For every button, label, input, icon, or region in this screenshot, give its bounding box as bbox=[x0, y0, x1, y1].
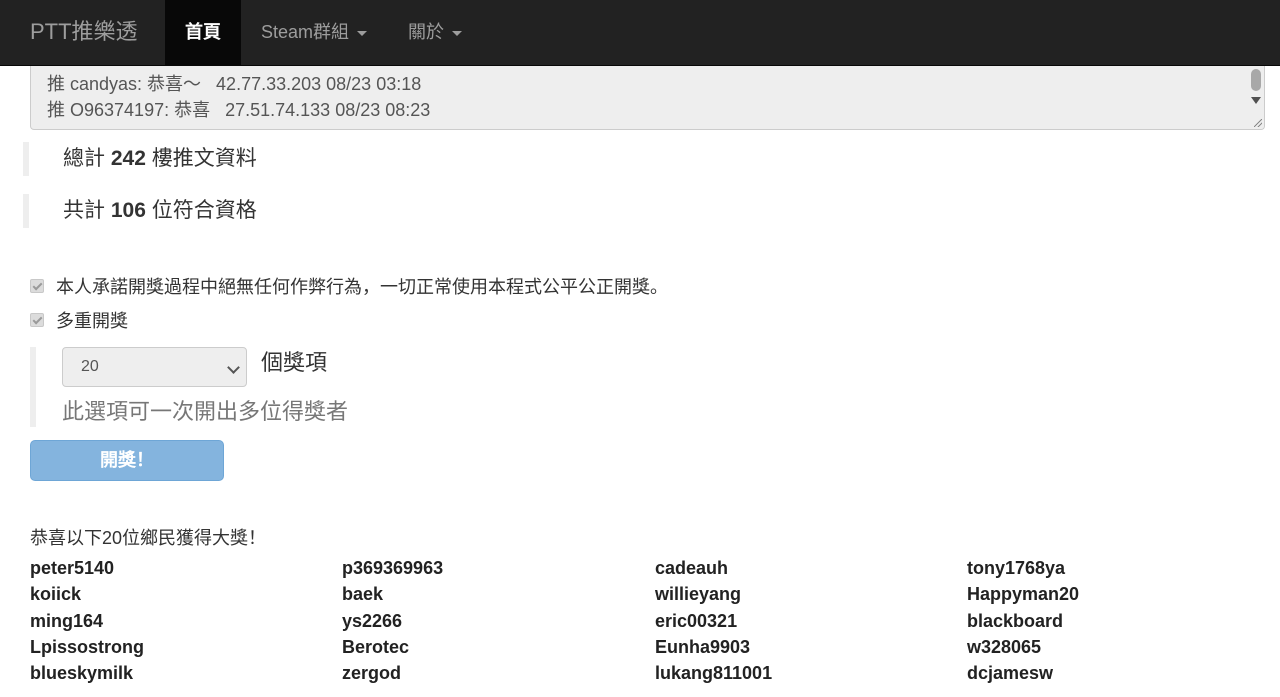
winner-name: tony1768ya bbox=[967, 558, 1066, 578]
winner-name: baek bbox=[342, 584, 384, 605]
multi-draw-label: 多重開獎 bbox=[56, 311, 128, 331]
caret-down-icon bbox=[357, 30, 368, 36]
winner-name: lukang811001 bbox=[655, 663, 773, 684]
winner-name: Happyman20 bbox=[967, 584, 1080, 605]
winner-name: Eunha9903 bbox=[655, 636, 751, 657]
push-line: 推 candyas: 恭喜～ 42.77.33.203 08/23 03:18 bbox=[47, 74, 422, 94]
winner-name: dcjamesw bbox=[967, 663, 1054, 684]
nav-steam-group-dropdown[interactable]: Steam群組 bbox=[241, 0, 387, 65]
draw-button[interactable]: 開獎！ bbox=[30, 440, 224, 481]
winner-name: ming164 bbox=[30, 610, 104, 631]
winners-title: 恭喜以下20位鄉民獲得大獎！ bbox=[30, 528, 267, 548]
top-navbar: PTT推樂透 首頁 Steam群組 關於 bbox=[0, 0, 1280, 66]
eligible-users-stat: 共計 106 位符合資格 bbox=[23, 194, 257, 228]
pledge-label: 本人承諾開獎過程中絕無任何作弊行為，一切正常使用本程式公平公正開獎。 bbox=[56, 277, 668, 297]
winner-name: peter5140 bbox=[30, 558, 115, 578]
winner-name: w328065 bbox=[967, 636, 1042, 657]
nav-steam-group-label: Steam群組 bbox=[261, 22, 350, 42]
winner-name: zergod bbox=[342, 663, 402, 684]
winner-name: eric00321 bbox=[655, 610, 738, 631]
nav-home-label: 首頁 bbox=[185, 22, 221, 42]
stat-suffix: 位符合資格 bbox=[151, 199, 257, 222]
winner-name: p369369963 bbox=[342, 558, 444, 578]
caret-down-icon bbox=[452, 30, 462, 36]
prize-count-value: 20 bbox=[81, 358, 99, 375]
total-posts-stat: 總計 242 樓推文資料 bbox=[23, 142, 257, 176]
chevron-down-icon bbox=[227, 361, 240, 374]
multi-draw-settings: 20 個獎項 此選項可一次開出多位得獎者 bbox=[30, 347, 436, 427]
nav-home[interactable]: 首頁 bbox=[165, 0, 241, 65]
winner-name: blackboard bbox=[967, 610, 1064, 631]
resize-grip-icon[interactable] bbox=[1254, 119, 1262, 127]
winner-name: Berotec bbox=[342, 636, 410, 657]
total-posts-count: 242 bbox=[110, 147, 146, 170]
scroll-down-arrow-icon[interactable] bbox=[1251, 97, 1261, 104]
winner-name: ys2266 bbox=[342, 610, 403, 631]
winner-name: willieyang bbox=[655, 584, 742, 605]
pledge-checkbox[interactable] bbox=[30, 279, 44, 293]
stat-prefix: 總計 bbox=[63, 147, 105, 170]
eligible-users-count: 106 bbox=[110, 199, 146, 222]
stat-suffix: 樓推文資料 bbox=[151, 147, 257, 170]
prize-unit-label: 個獎項 bbox=[261, 350, 328, 375]
winner-name: blueskymilk bbox=[30, 663, 134, 684]
multi-draw-checkbox[interactable] bbox=[30, 313, 44, 327]
multi-draw-hint: 此選項可一次開出多位得獎者 bbox=[62, 399, 349, 424]
stat-prefix: 共計 bbox=[63, 199, 105, 222]
winner-name: cadeauh bbox=[655, 558, 729, 578]
winner-name: Lpissostrong bbox=[30, 636, 145, 657]
scrollbar-thumb[interactable] bbox=[1251, 69, 1261, 91]
push-line: 推 O96374197: 恭喜 27.51.74.133 08/23 08:23 bbox=[47, 100, 431, 120]
prize-count-select[interactable]: 20 bbox=[62, 347, 247, 387]
push-list-textarea[interactable]: 推 candyas: 恭喜～ 42.77.33.203 08/23 03:18 … bbox=[30, 66, 1265, 130]
winner-name: koiick bbox=[30, 584, 82, 605]
nav-about-label: 關於 bbox=[408, 22, 444, 42]
brand-logo[interactable]: PTT推樂透 bbox=[30, 0, 138, 66]
nav-about-dropdown[interactable]: 關於 bbox=[388, 0, 482, 65]
